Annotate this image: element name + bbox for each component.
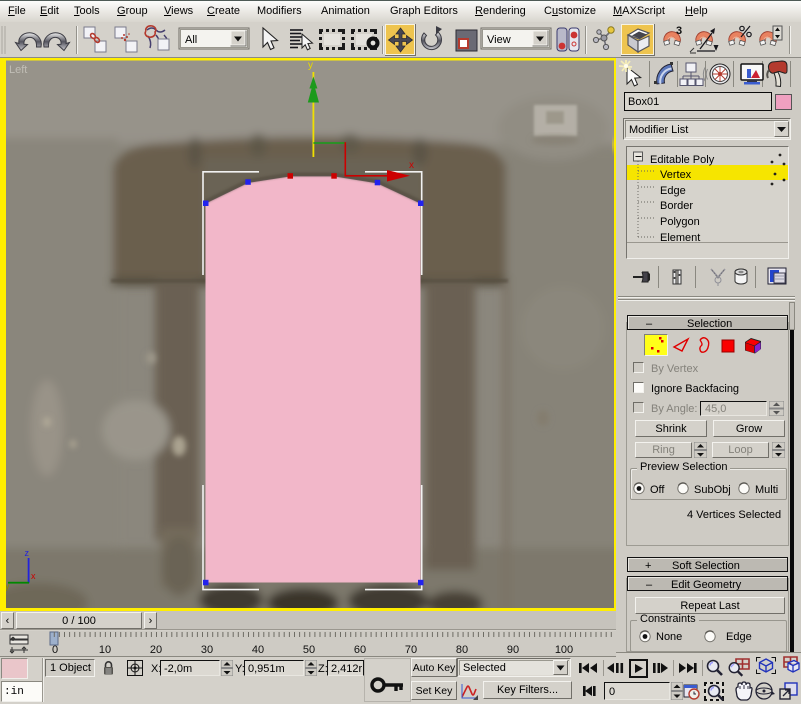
svg-text:All: All	[185, 34, 197, 46]
svg-text:y: y	[308, 60, 313, 71]
svg-text:10: 10	[99, 644, 111, 656]
svg-text:0: 0	[52, 644, 58, 656]
svg-text:70: 70	[405, 644, 417, 656]
svg-text:z: z	[25, 548, 30, 558]
svg-text:30: 30	[201, 644, 213, 656]
svg-text:3: 3	[676, 25, 682, 37]
svg-text:100: 100	[555, 644, 573, 656]
svg-text:20: 20	[150, 644, 162, 656]
svg-text:40: 40	[252, 644, 264, 656]
svg-text:80: 80	[456, 644, 468, 656]
svg-text:90: 90	[507, 644, 519, 656]
svg-text:x: x	[31, 571, 36, 581]
svg-text:Left: Left	[9, 64, 27, 76]
svg-text:60: 60	[354, 644, 366, 656]
svg-text:x: x	[409, 160, 414, 171]
svg-text:View: View	[487, 34, 511, 46]
svg-text:50: 50	[303, 644, 315, 656]
